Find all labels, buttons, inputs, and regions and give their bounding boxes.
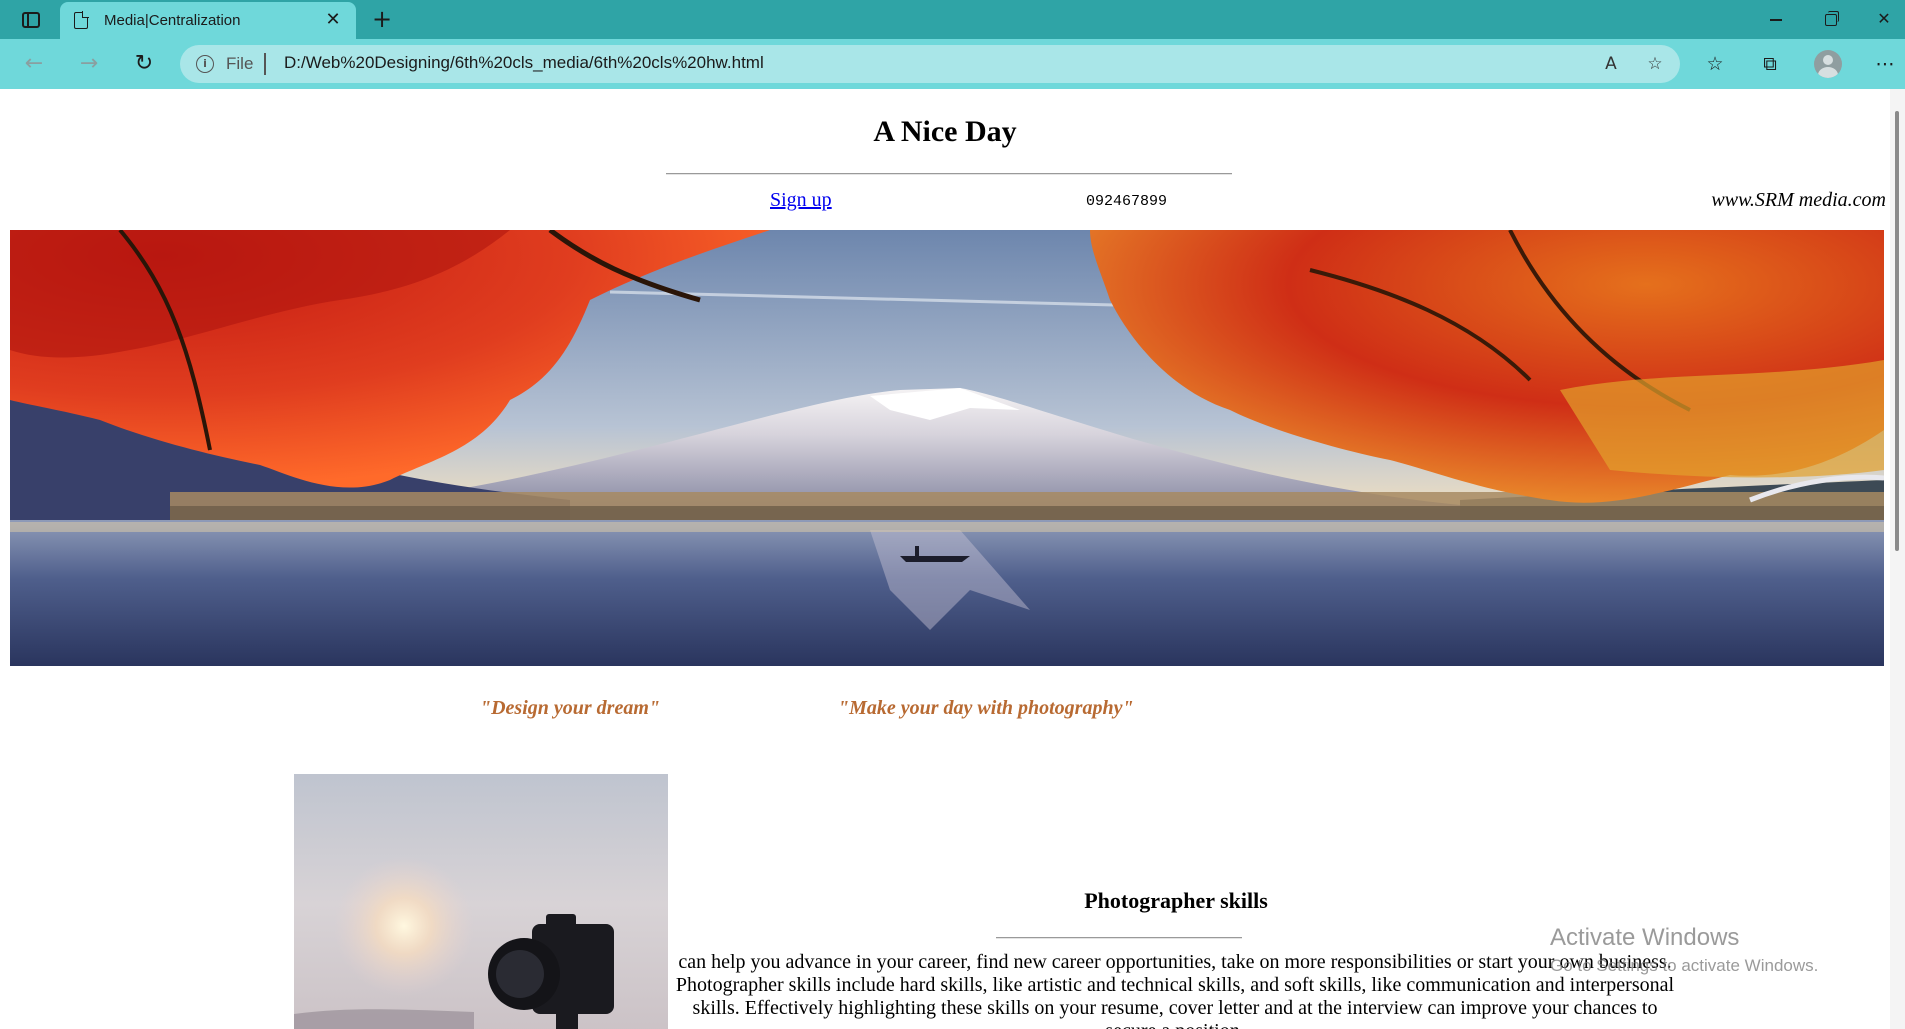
restore-button[interactable] bbox=[1808, 4, 1852, 34]
quote-right: "Make your day with photography" bbox=[838, 697, 1134, 719]
page-content: A Nice Day Sign up 092467899 www.SRM med… bbox=[0, 89, 1890, 1029]
signup-link[interactable]: Sign up bbox=[770, 189, 832, 212]
arrow-right-icon[interactable]: → bbox=[71, 46, 107, 82]
avatar-icon[interactable] bbox=[1814, 50, 1842, 78]
divider bbox=[996, 937, 1242, 939]
page-title: A Nice Day bbox=[873, 115, 1017, 148]
navigation-bar: ← → ↻ i File D:/Web%20Designing/6th%20cl… bbox=[0, 39, 1905, 89]
scrollbar-thumb[interactable] bbox=[1895, 111, 1899, 551]
info-icon[interactable]: i bbox=[196, 55, 214, 73]
address-url[interactable]: D:/Web%20Designing/6th%20cls_media/6th%2… bbox=[284, 53, 764, 73]
favorites-list-icon[interactable]: ☆ bbox=[1700, 49, 1730, 79]
refresh-icon[interactable]: ↻ bbox=[126, 46, 162, 82]
close-icon[interactable]: ✕ bbox=[322, 9, 344, 31]
collections-icon[interactable]: ⧉ bbox=[1755, 49, 1785, 79]
phone-number: 092467899 bbox=[1086, 193, 1168, 210]
tab-actions-icon[interactable] bbox=[14, 8, 48, 32]
skills-paragraph: can help you advance in your career, fin… bbox=[675, 951, 1675, 1029]
browser-tab[interactable]: Media|Centralization ✕ bbox=[60, 2, 356, 39]
address-scheme: File bbox=[226, 54, 254, 73]
arrow-left-icon[interactable]: ← bbox=[16, 46, 52, 82]
hero-image bbox=[10, 230, 1884, 666]
star-plus-icon[interactable]: ☆ bbox=[1642, 51, 1668, 77]
address-bar[interactable]: i File D:/Web%20Designing/6th%20cls_medi… bbox=[180, 45, 1680, 83]
activate-windows-watermark: Activate Windows Go to Settings to activ… bbox=[1550, 924, 1818, 976]
more-icon[interactable]: ⋯ bbox=[1870, 49, 1900, 79]
quote-left: "Design your dream" bbox=[480, 697, 660, 719]
tab-title: Media|Centralization bbox=[104, 12, 241, 29]
photographer-image bbox=[294, 774, 668, 1029]
activate-subtitle: Go to Settings to activate Windows. bbox=[1550, 956, 1819, 975]
activate-title: Activate Windows bbox=[1550, 924, 1740, 951]
plus-icon[interactable]: + bbox=[368, 6, 396, 34]
page-icon bbox=[74, 11, 89, 29]
skills-title: Photographer skills bbox=[1084, 888, 1268, 913]
close-window-button[interactable]: ✕ bbox=[1862, 4, 1905, 34]
read-aloud-icon[interactable]: A bbox=[1598, 51, 1624, 77]
website-text: www.SRM media.com bbox=[1711, 189, 1886, 211]
minimize-button[interactable] bbox=[1754, 4, 1798, 34]
tab-bar: Media|Centralization ✕ + ✕ bbox=[0, 0, 1905, 39]
divider bbox=[666, 173, 1232, 175]
scrollbar[interactable] bbox=[1890, 89, 1905, 1029]
address-separator bbox=[264, 53, 266, 75]
